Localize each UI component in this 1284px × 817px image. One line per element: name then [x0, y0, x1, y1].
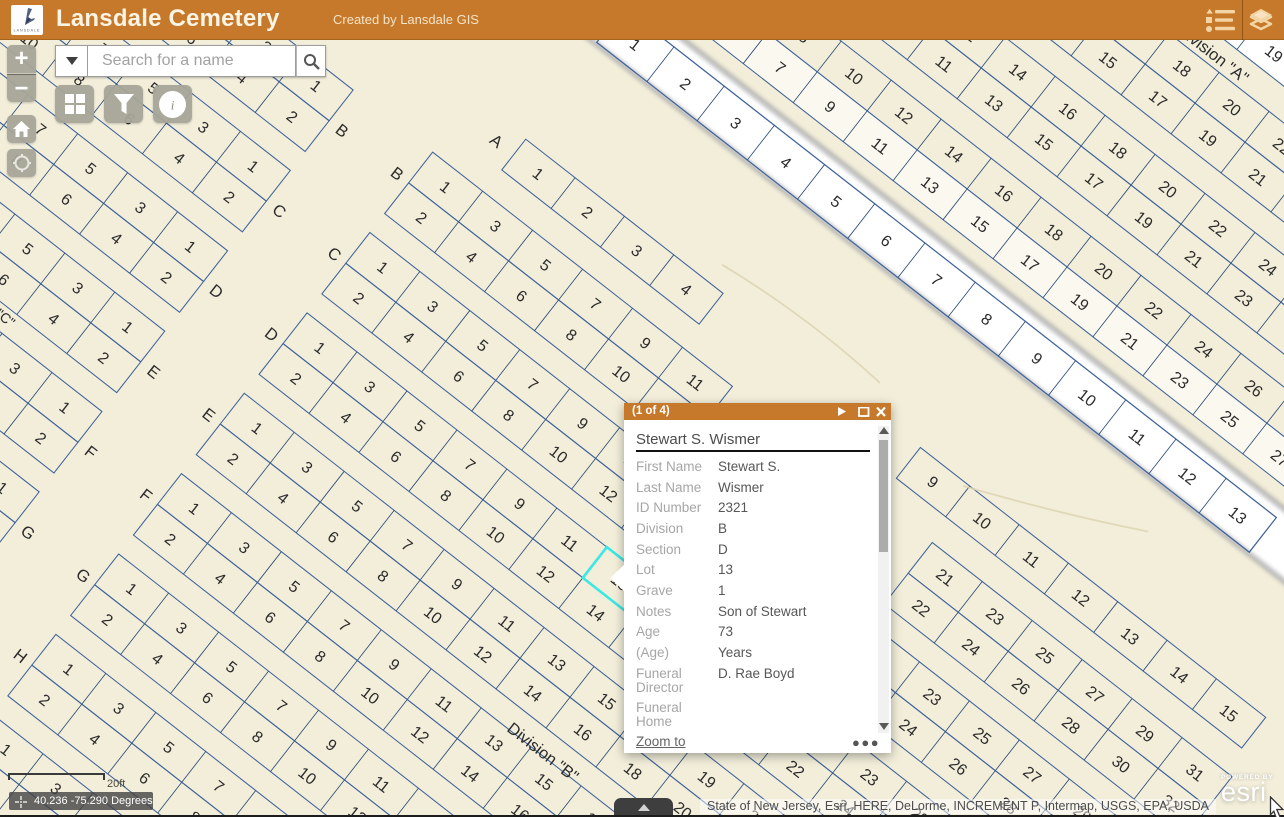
svg-text:i: i	[171, 97, 175, 112]
svg-text:LANSDALE: LANSDALE	[14, 29, 41, 33]
